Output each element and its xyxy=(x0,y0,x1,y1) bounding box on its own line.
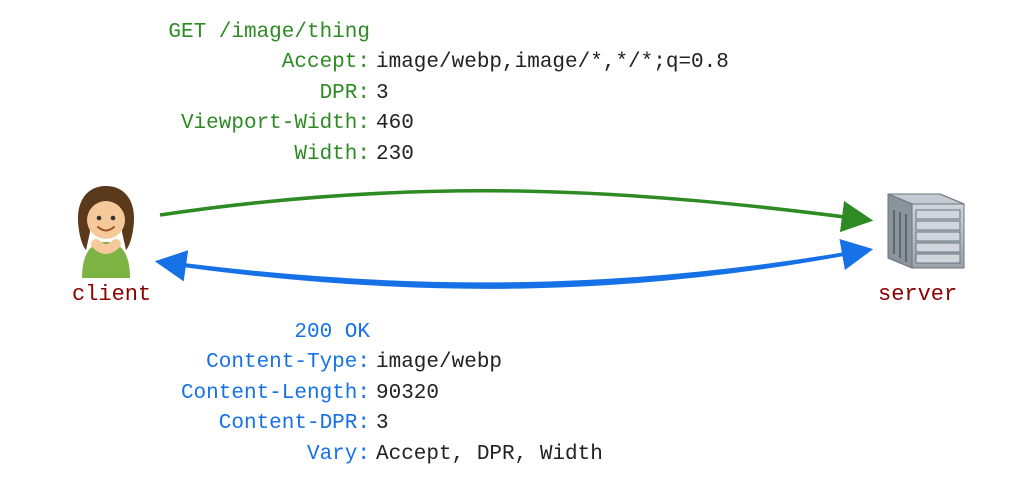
request-method-line: GET /image/thing xyxy=(165,18,370,48)
req-h0-v: image/webp,image/*,*/*;q=0.8 xyxy=(376,48,729,78)
req-h1-k: DPR: xyxy=(165,79,370,109)
server-label: server xyxy=(878,282,957,307)
req-h3-v: 230 xyxy=(376,140,414,170)
client-icon xyxy=(64,180,148,285)
req-h2-v: 460 xyxy=(376,109,414,139)
req-h0-k: Accept: xyxy=(165,48,370,78)
request-arrow xyxy=(160,191,868,220)
response-status: 200 OK xyxy=(165,318,370,348)
client-label: client xyxy=(72,282,151,307)
response-arrow xyxy=(162,250,868,284)
res-h2-k: Content-DPR: xyxy=(165,409,370,439)
res-h3-v: Accept, DPR, Width xyxy=(376,440,603,470)
server-icon xyxy=(870,180,970,283)
response-headers: 200 OK Content-Type:image/webp Content-L… xyxy=(165,318,603,470)
res-h1-k: Content-Length: xyxy=(165,379,370,409)
res-h2-v: 3 xyxy=(376,409,389,439)
req-h2-k: Viewport-Width: xyxy=(165,109,370,139)
req-h3-k: Width: xyxy=(165,140,370,170)
res-h0-v: image/webp xyxy=(376,348,502,378)
res-h3-k: Vary: xyxy=(165,440,370,470)
req-h1-v: 3 xyxy=(376,79,389,109)
request-headers: GET /image/thing Accept:image/webp,image… xyxy=(165,18,729,170)
res-h0-k: Content-Type: xyxy=(165,348,370,378)
res-h1-v: 90320 xyxy=(376,379,439,409)
